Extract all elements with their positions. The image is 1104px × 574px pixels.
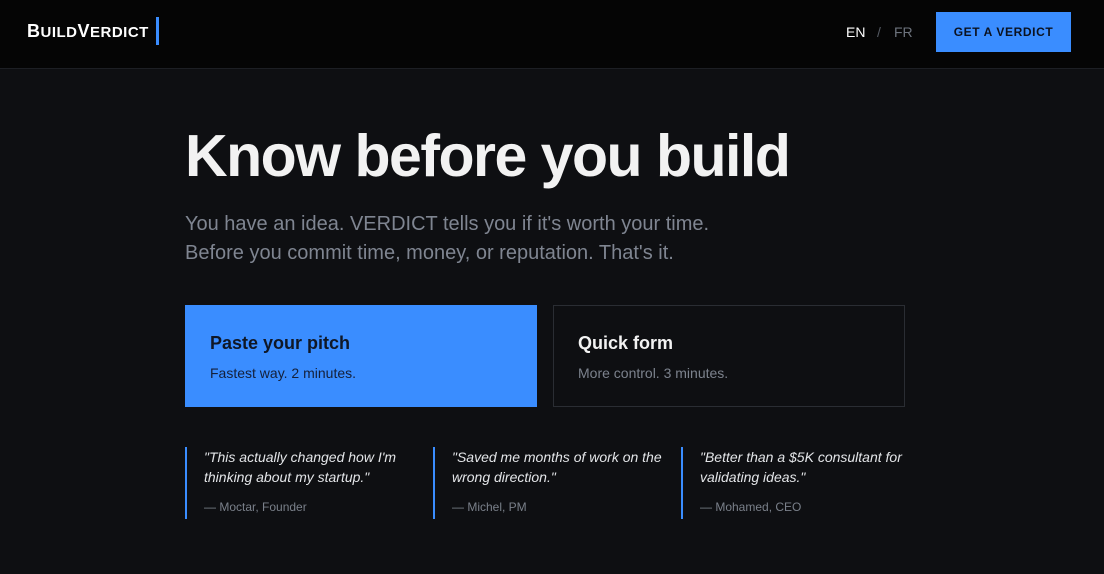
hero-subtitle-line-1: You have an idea. VERDICT tells you if i… [185,213,710,235]
logo[interactable]: BUILDVERDICT [27,17,159,45]
paste-your-pitch-option[interactable]: Paste your pitch Fastest way. 2 minutes. [185,305,537,407]
option-description: More control. 3 minutes. [578,365,729,381]
hero-subtitle-line-2: Before you commit time, money, or reputa… [185,242,674,264]
quick-form-option[interactable]: Quick form More control. 3 minutes. [553,305,905,407]
top-nav-bar: BUILDVERDICT EN / FR GET A VERDICT [0,0,1104,69]
logo-text: BUILDVERDICT [27,20,149,41]
testimonial: "This actually changed how I'm thinking … [185,447,417,519]
testimonial: "Better than a $5K consultant for valida… [681,447,913,519]
language-separator: / [877,24,881,40]
testimonial-quote: "Saved me months of work on the wrong di… [452,449,662,485]
option-title: Paste your pitch [210,333,351,353]
option-title: Quick form [578,333,674,353]
language-fr-link[interactable]: FR [894,23,913,41]
testimonial-quote: "Better than a $5K consultant for valida… [700,449,902,485]
testimonial: "Saved me months of work on the wrong di… [433,447,665,519]
testimonial-quote: "This actually changed how I'm thinking … [204,449,397,485]
get-a-verdict-button[interactable]: GET A VERDICT [936,12,1071,52]
language-en-link[interactable]: EN [846,23,865,41]
logo-cursor-bar [155,17,159,45]
option-description: Fastest way. 2 minutes. [210,365,357,381]
hero-subtitle: You have an idea. VERDICT tells you if i… [185,210,709,268]
testimonial-author: — Moctar, Founder [204,500,307,514]
hero-title: Know before you build [185,123,791,189]
testimonial-author: — Michel, PM [452,500,527,514]
testimonial-author: — Mohamed, CEO [700,500,802,514]
